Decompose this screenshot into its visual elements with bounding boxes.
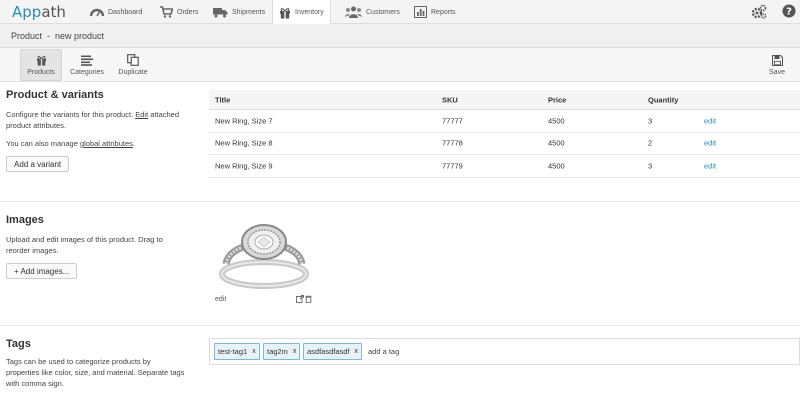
nav-label: Dashboard — [108, 8, 143, 16]
nav-item-orders[interactable]: Orders — [160, 0, 198, 24]
cell-price: 4500 — [548, 138, 565, 148]
gift-icon — [280, 7, 290, 18]
categories-button[interactable]: Categories — [66, 49, 108, 81]
tag-chip: test-tag1 x — [214, 343, 260, 360]
remove-tag-button[interactable]: x — [355, 348, 359, 355]
nav-item-reports[interactable]: Reports — [414, 0, 456, 24]
edit-variant-link[interactable]: edit — [704, 161, 716, 170]
save-button[interactable]: Save — [762, 49, 792, 81]
help-icon[interactable]: ? — [782, 4, 796, 20]
images-description: Upload and edit images of this product. … — [6, 235, 163, 255]
trash-icon[interactable] — [305, 295, 312, 303]
edit-variant-link[interactable]: edit — [704, 139, 716, 148]
cell-price: 4500 — [548, 116, 565, 126]
add-tag-placeholder[interactable]: add a tag — [368, 347, 399, 356]
section-title-images: Images — [6, 214, 44, 226]
cell-quantity: 2 — [648, 138, 653, 148]
section-title-variants: Product & variants — [6, 89, 104, 101]
settings-icon[interactable] — [751, 4, 767, 22]
top-navbar: Appath Dashboard Orders Shipments Invent… — [0, 0, 800, 25]
image-edit-link[interactable]: edit — [215, 296, 226, 303]
svg-text:?: ? — [786, 7, 792, 18]
users-icon — [345, 6, 362, 18]
table-row: New Ring, Size 8 77778 4500 2 edit — [209, 133, 800, 155]
cell-sku: 77779 — [442, 161, 463, 171]
nav-label: Shipments — [232, 8, 266, 16]
products-button[interactable]: Products — [20, 49, 62, 81]
cell-quantity: 3 — [648, 116, 653, 126]
nav-label: Inventory — [295, 9, 324, 16]
bar-chart-icon — [414, 6, 427, 18]
toolbar: Products Categories Duplicate Save — [0, 48, 800, 82]
cell-title: New Ring, Size 9 — [215, 161, 273, 171]
page-title: Product - new product — [11, 31, 105, 41]
tags-input[interactable]: test-tag1 x tag2m x asdfasdfasdf x add a… — [209, 338, 800, 365]
remove-tag-button[interactable]: x — [252, 348, 256, 355]
list-icon — [81, 55, 93, 66]
product-image-ring[interactable] — [212, 212, 312, 292]
remove-tag-button[interactable]: x — [293, 348, 297, 355]
nav-item-inventory[interactable]: Inventory — [272, 0, 331, 25]
external-link-icon[interactable] — [296, 295, 304, 303]
tag-chip: asdfasdfasdf x — [303, 343, 363, 360]
table-header: Title SKU Price Quantity — [209, 90, 800, 110]
cell-title: New Ring, Size 7 — [215, 116, 273, 126]
nav-item-shipments[interactable]: Shipments — [213, 0, 265, 24]
tag-chip: tag2m x — [263, 343, 301, 360]
app-logo[interactable]: Appath — [12, 3, 66, 21]
section-divider — [0, 325, 800, 326]
truck-icon — [213, 8, 228, 18]
column-header-sku: SKU — [442, 95, 458, 104]
table-row: New Ring, Size 7 77777 4500 3 edit — [209, 110, 800, 133]
breadcrumb: Product - new product — [0, 24, 800, 48]
column-header-quantity: Quantity — [648, 95, 679, 104]
cell-sku: 77777 — [442, 116, 463, 126]
duplicate-button[interactable]: Duplicate — [112, 49, 154, 81]
nav-label: Reports — [431, 8, 456, 16]
cell-sku: 77778 — [442, 138, 463, 148]
table-row: New Ring, Size 9 77779 4500 3 edit — [209, 155, 800, 178]
tags-description: Tags can be used to categorize products … — [6, 357, 185, 388]
dashboard-icon — [90, 8, 104, 17]
edit-attributes-link[interactable]: Edit — [135, 110, 148, 119]
image-actions — [296, 295, 312, 303]
copy-icon — [127, 54, 139, 66]
section-title-tags: Tags — [6, 338, 31, 350]
edit-variant-link[interactable]: edit — [704, 116, 716, 125]
add-variant-button[interactable]: Add a variant — [6, 156, 70, 172]
variants-description: Configure the variants for this product.… — [6, 110, 180, 130]
cell-quantity: 3 — [648, 161, 653, 171]
nav-item-dashboard[interactable]: Dashboard — [90, 0, 142, 24]
section-divider — [0, 201, 800, 202]
global-attributes-link[interactable]: global attributes — [80, 139, 133, 148]
variants-table: Title SKU Price Quantity New Ring, Size … — [209, 90, 800, 178]
nav-label: Orders — [177, 8, 199, 16]
cell-title: New Ring, Size 8 — [215, 138, 273, 148]
column-header-price: Price — [548, 95, 567, 104]
cell-price: 4500 — [548, 161, 565, 171]
gift-icon — [36, 55, 46, 66]
floppy-disk-icon — [771, 54, 783, 66]
nav-label: Customers — [366, 8, 400, 16]
global-attributes-note: You can also manage global attributes. — [6, 139, 135, 148]
add-images-button[interactable]: + Add images... — [6, 263, 78, 279]
column-header-title: Title — [215, 95, 231, 104]
cart-icon — [160, 6, 173, 18]
nav-item-customers[interactable]: Customers — [345, 0, 400, 24]
